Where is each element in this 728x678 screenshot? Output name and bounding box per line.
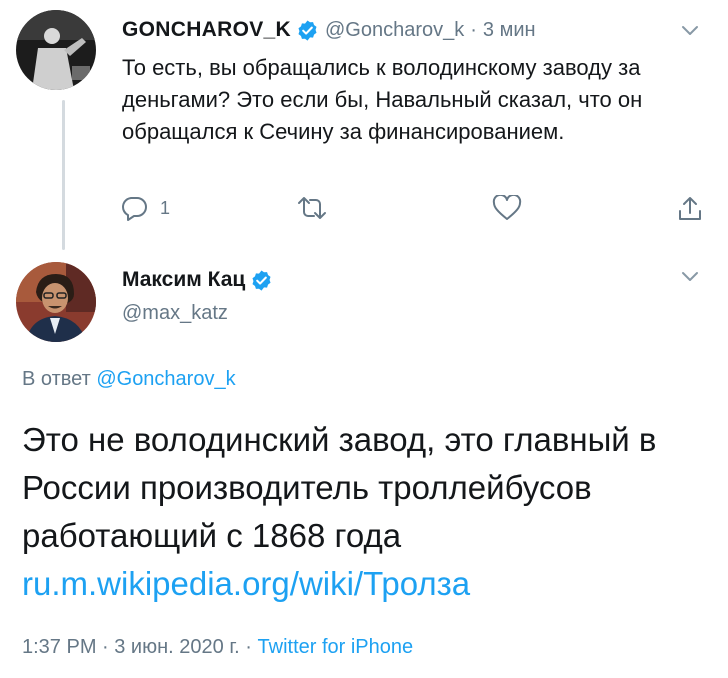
tweet-timestamp[interactable]: 1:37 PM · 3 июн. 2020 г. · [22,636,252,658]
tweet-meta: 1:37 PM · 3 июн. 2020 г. · Twitter for i… [22,636,413,659]
tweet-source-link[interactable]: Twitter for iPhone [258,636,414,658]
author-handle[interactable]: @Goncharov_k [325,19,464,42]
like-button[interactable] [492,195,522,221]
heart-icon [492,195,522,221]
avatar[interactable] [16,10,96,90]
reply-button[interactable]: 1 [120,195,170,221]
tweet-time[interactable]: 3 мин [483,19,536,42]
author-name[interactable]: Максим Кац [122,268,245,292]
retweet-button[interactable] [296,195,328,221]
retweet-icon [296,195,328,221]
reply-context: В ответ @Goncharov_k [22,368,236,391]
thread-line [62,100,65,250]
tweet-header: Максим Кац [122,268,273,292]
reply-icon [120,195,148,221]
reply-mention-link[interactable]: @Goncharov_k [96,368,235,390]
author-handle[interactable]: @max_katz [122,302,228,325]
author-name[interactable]: GONCHAROV_K [122,18,291,42]
chevron-down-icon[interactable] [680,24,700,38]
share-icon [676,195,704,223]
chevron-down-icon[interactable] [680,270,700,284]
tweet-text: То есть, вы обращались к володинскому за… [122,55,643,144]
verified-badge-icon [250,269,273,292]
tweet-actions: 1 [0,195,728,225]
separator-dot: · [470,18,477,41]
share-button[interactable] [676,195,704,223]
avatar[interactable] [16,262,96,342]
tweet-text: Это не володинский завод, это главный в … [22,421,657,554]
tweet-header: GONCHAROV_K @Goncharov_k · 3 мин [122,18,536,42]
verified-badge-icon [296,19,319,42]
reply-count: 1 [160,197,171,218]
tweet-link[interactable]: ru.m.wikipedia.org/wiki/Тролза [22,560,470,608]
reply-prefix: В ответ [22,368,91,390]
